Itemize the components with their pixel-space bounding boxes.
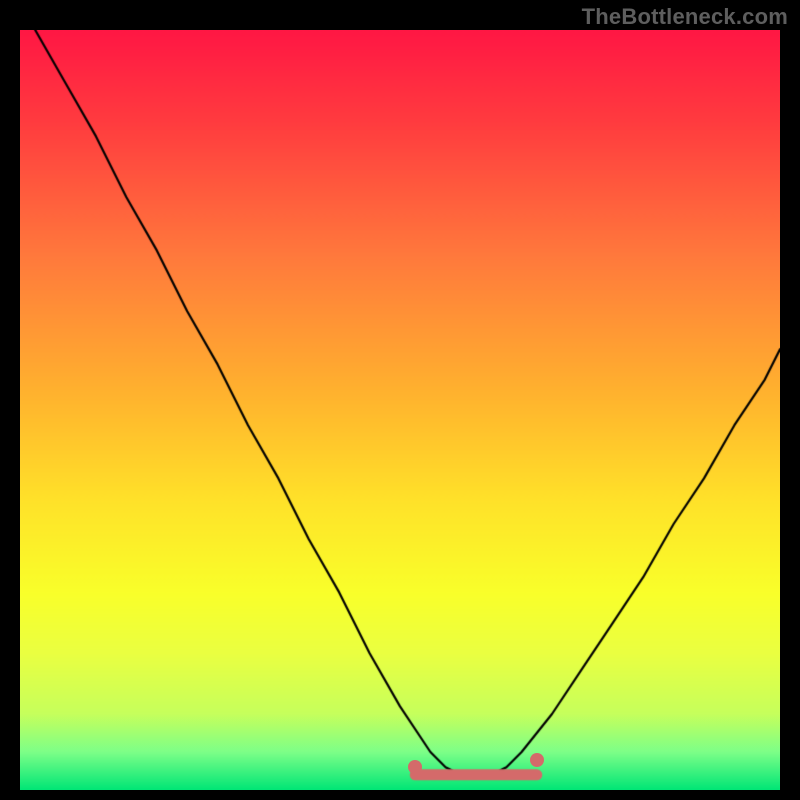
plot-area	[20, 30, 780, 790]
chart-frame: TheBottleneck.com	[0, 0, 800, 800]
bottleneck-curve	[20, 30, 780, 790]
watermark-text: TheBottleneck.com	[582, 4, 788, 30]
